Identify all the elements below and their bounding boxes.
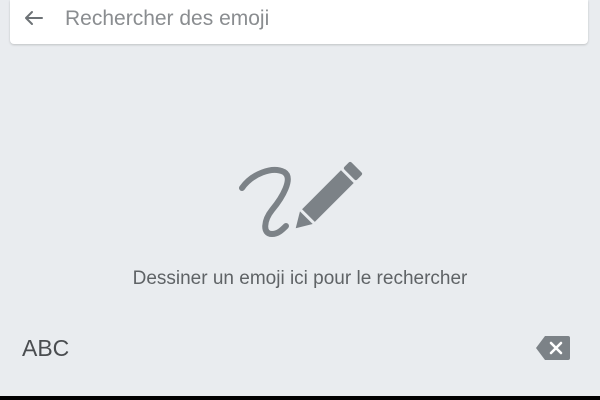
emoji-drawing-canvas[interactable]: Dessiner un emoji ici pour le rechercher bbox=[0, 44, 600, 314]
pencil-squiggle-icon bbox=[239, 161, 363, 237]
back-button[interactable] bbox=[18, 4, 50, 32]
emoji-search-screen: Dessiner un emoji ici pour le rechercher… bbox=[0, 0, 600, 396]
search-input[interactable] bbox=[65, 3, 565, 35]
draw-hint-text: Dessiner un emoji ici pour le rechercher bbox=[132, 268, 468, 289]
backspace-icon bbox=[536, 336, 570, 360]
arrow-left-icon bbox=[25, 11, 43, 25]
delete-button[interactable] bbox=[535, 335, 571, 361]
search-bar bbox=[10, 0, 588, 44]
abc-keyboard-button[interactable]: ABC bbox=[22, 335, 69, 362]
